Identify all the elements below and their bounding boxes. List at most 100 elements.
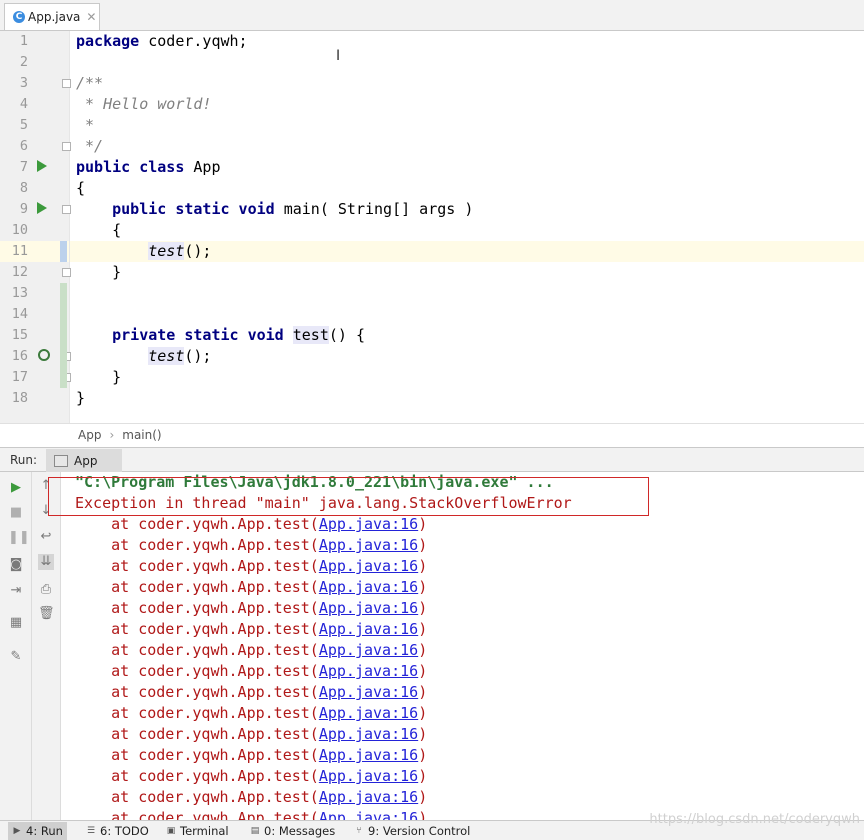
stack-frame-line: at coder.yqwh.App.test(App.java:16): [75, 745, 427, 766]
stack-frame-text: at coder.yqwh.App.test(: [75, 536, 319, 554]
stack-frame-text: ): [418, 515, 428, 533]
code-editor[interactable]: 1 2 3 4 5 6 7 8 9 10 11 12 13 14 15 16 1…: [0, 31, 864, 423]
line-number: 13: [11, 285, 28, 301]
code-line: }: [76, 368, 122, 386]
code-line: }: [76, 263, 122, 281]
line-number: 5: [19, 117, 28, 133]
run-icon: ▶: [13, 826, 21, 836]
line-number: 18: [11, 390, 28, 406]
source-link[interactable]: App.java:16: [319, 599, 418, 617]
source-link[interactable]: App.java:16: [319, 515, 418, 533]
stack-frame-text: at coder.yqwh.App.test(: [75, 725, 319, 743]
stack-frame-line: at coder.yqwh.App.test(App.java:16): [75, 598, 427, 619]
fold-icon[interactable]: [62, 142, 71, 151]
fold-icon[interactable]: [62, 268, 71, 277]
trash-icon[interactable]: 🗑: [38, 606, 55, 622]
exit-icon[interactable]: ⇥: [8, 583, 24, 599]
stack-frame-text: ): [418, 788, 428, 806]
stack-frame-line: at coder.yqwh.App.test(App.java:16): [75, 703, 427, 724]
bottom-tab-todo[interactable]: ☰ 6: TODO: [86, 824, 149, 838]
code-line: * Hello world!: [76, 95, 212, 113]
stop-icon[interactable]: ■: [8, 505, 24, 521]
bottom-tab-messages[interactable]: ▤ 0: Messages: [250, 824, 336, 838]
stack-frame-line: at coder.yqwh.App.test(App.java:16): [75, 619, 427, 640]
code-line: private static void test() {: [112, 326, 365, 344]
stack-frame-text: ): [418, 725, 428, 743]
scroll-to-end-icon[interactable]: ⇊: [38, 554, 54, 570]
stack-frame-line: at coder.yqwh.App.test(App.java:16): [75, 661, 427, 682]
soft-wrap-icon[interactable]: ↩: [38, 529, 54, 545]
bottom-tab-run[interactable]: ▶ 4: Run: [8, 822, 67, 840]
run-config-tab[interactable]: App: [46, 449, 122, 472]
stack-frame-line: at coder.yqwh.App.test(App.java:16): [75, 514, 427, 535]
source-link[interactable]: App.java:16: [319, 578, 418, 596]
code-line: {: [76, 179, 86, 197]
stack-frame-text: at coder.yqwh.App.test(: [75, 515, 319, 533]
vcs-added-marker[interactable]: [60, 283, 67, 388]
fold-icon[interactable]: [62, 205, 71, 214]
source-link[interactable]: App.java:16: [319, 662, 418, 680]
code-line: /**: [76, 74, 104, 92]
breadcrumb-item-class[interactable]: App: [78, 428, 101, 442]
stack-frame-text: ): [418, 704, 428, 722]
run-main-icon[interactable]: [37, 202, 47, 214]
source-link[interactable]: App.java:16: [319, 809, 418, 820]
annotation-highlight-box: [48, 477, 649, 516]
editor-tab-app-java[interactable]: C App.java ✕: [4, 3, 100, 30]
source-link[interactable]: App.java:16: [319, 746, 418, 764]
source-link[interactable]: App.java:16: [319, 788, 418, 806]
camera-icon[interactable]: ◙: [8, 557, 24, 573]
source-link[interactable]: App.java:16: [319, 536, 418, 554]
stack-frame-text: ): [418, 746, 428, 764]
vcs-icon: ⑂: [356, 826, 362, 836]
stack-frame-text: ): [418, 683, 428, 701]
vcs-modified-marker[interactable]: [60, 241, 67, 262]
run-window-header: Run: App: [0, 447, 864, 472]
line-number: 9: [19, 201, 28, 217]
breadcrumb-item-method[interactable]: main(): [122, 428, 161, 442]
source-link[interactable]: App.java:16: [319, 620, 418, 638]
stack-frame-text: at coder.yqwh.App.test(: [75, 704, 319, 722]
line-number: 2: [19, 54, 28, 70]
source-link[interactable]: App.java:16: [319, 704, 418, 722]
code-line: }: [76, 389, 86, 407]
bottom-tab-terminal[interactable]: ▣ Terminal: [166, 824, 229, 838]
stack-frame-text: at coder.yqwh.App.test(: [75, 788, 319, 806]
stack-frame-text: ): [418, 599, 428, 617]
watermark: https://blog.csdn.net/coderyqwh: [649, 812, 860, 827]
layout-icon[interactable]: ▦: [8, 615, 24, 631]
console-toolbar: ↑ ↓ ↩ ⇊ ⎙ 🗑: [32, 472, 61, 820]
line-number: 4: [19, 96, 28, 112]
close-icon[interactable]: ✕: [86, 10, 96, 24]
source-link[interactable]: App.java:16: [319, 641, 418, 659]
source-link[interactable]: App.java:16: [319, 767, 418, 785]
pause-icon[interactable]: ❚❚: [8, 530, 30, 546]
bottom-tab-label: 6: TODO: [100, 824, 149, 838]
bottom-tab-label: Terminal: [180, 824, 229, 838]
line-number: 14: [11, 306, 28, 322]
fold-icon[interactable]: [62, 79, 71, 88]
editor-tab-label: App.java: [28, 10, 81, 24]
line-number: 15: [11, 327, 28, 343]
source-link[interactable]: App.java:16: [319, 683, 418, 701]
console-output[interactable]: "C:\Program Files\Java\jdk1.8.0_221\bin\…: [61, 472, 864, 820]
application-icon: [54, 454, 68, 467]
source-link[interactable]: App.java:16: [319, 557, 418, 575]
print-icon[interactable]: ⎙: [38, 582, 54, 598]
stack-frame-text: at coder.yqwh.App.test(: [75, 620, 319, 638]
todo-icon: ☰: [86, 826, 96, 836]
stack-frame-line: at coder.yqwh.App.test(App.java:16): [75, 577, 427, 598]
source-link[interactable]: App.java:16: [319, 725, 418, 743]
run-class-icon[interactable]: [37, 160, 47, 172]
line-number: 10: [11, 222, 28, 238]
stack-frame-text: at coder.yqwh.App.test(: [75, 683, 319, 701]
terminal-icon: ▣: [166, 826, 176, 836]
rerun-icon[interactable]: ▶: [8, 480, 24, 496]
bottom-tab-version-control[interactable]: ⑂ 9: Version Control: [354, 824, 470, 838]
stack-frame-text: at coder.yqwh.App.test(: [75, 767, 319, 785]
line-number: 17: [11, 369, 28, 385]
stack-frame-text: at coder.yqwh.App.test(: [75, 641, 319, 659]
stack-frame-text: at coder.yqwh.App.test(: [75, 809, 319, 820]
pin-icon[interactable]: ✎: [8, 649, 24, 665]
code-line: public static void main( String[] args ): [112, 200, 474, 218]
